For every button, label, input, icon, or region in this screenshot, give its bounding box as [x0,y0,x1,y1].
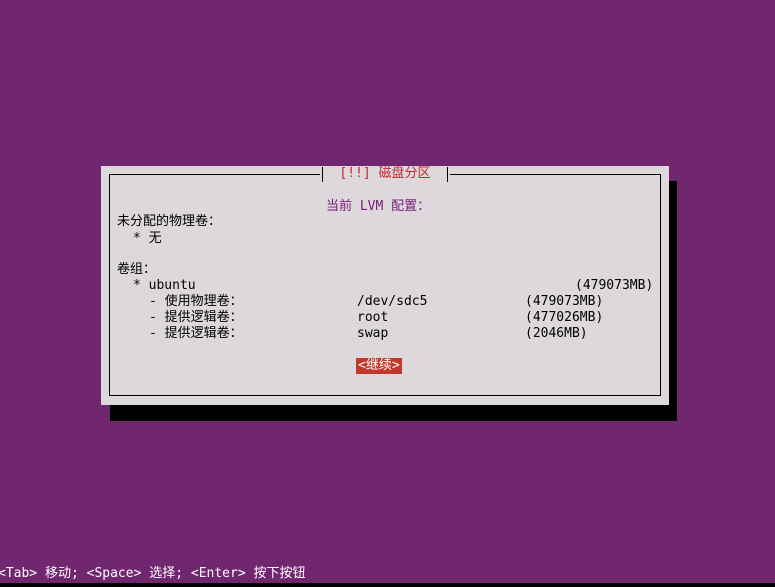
vg-entry-size: (2046MB) [525,326,588,341]
unallocated-pv-label: 未分配的物理卷： [117,214,222,229]
vg-entry-label: - 提供逻辑卷： [149,326,243,341]
footer-bar [0,583,775,587]
volume-groups-label: 卷组： [117,262,157,277]
partition-dialog: [!!] 磁盘分区 当前 LVM 配置： 未分配的物理卷： * 无 卷组： * … [101,166,669,405]
vg-entry-name: swap [357,326,389,341]
vg-entry-size: (479073MB) [525,294,604,309]
vg-entry-name: /dev/sdc5 [357,294,428,309]
volume-group-size: (479073MB) [575,278,654,293]
vg-entry-size: (477026MB) [525,310,604,325]
continue-button[interactable]: <继续> [356,358,402,374]
vg-entry-label: - 提供逻辑卷： [149,310,243,325]
vg-entry-name: root [357,310,389,325]
keyboard-hint: <Tab> 移动; <Space> 选择; <Enter> 按下按钮 [0,566,306,581]
unallocated-pv-value: * 无 [133,231,162,246]
lvm-config-heading: 当前 LVM 配置： [326,199,431,214]
volume-group-name: * ubuntu [133,278,196,293]
dialog-title: [!!] 磁盘分区 [320,166,450,182]
vg-entry-label: - 使用物理卷： [149,294,243,309]
